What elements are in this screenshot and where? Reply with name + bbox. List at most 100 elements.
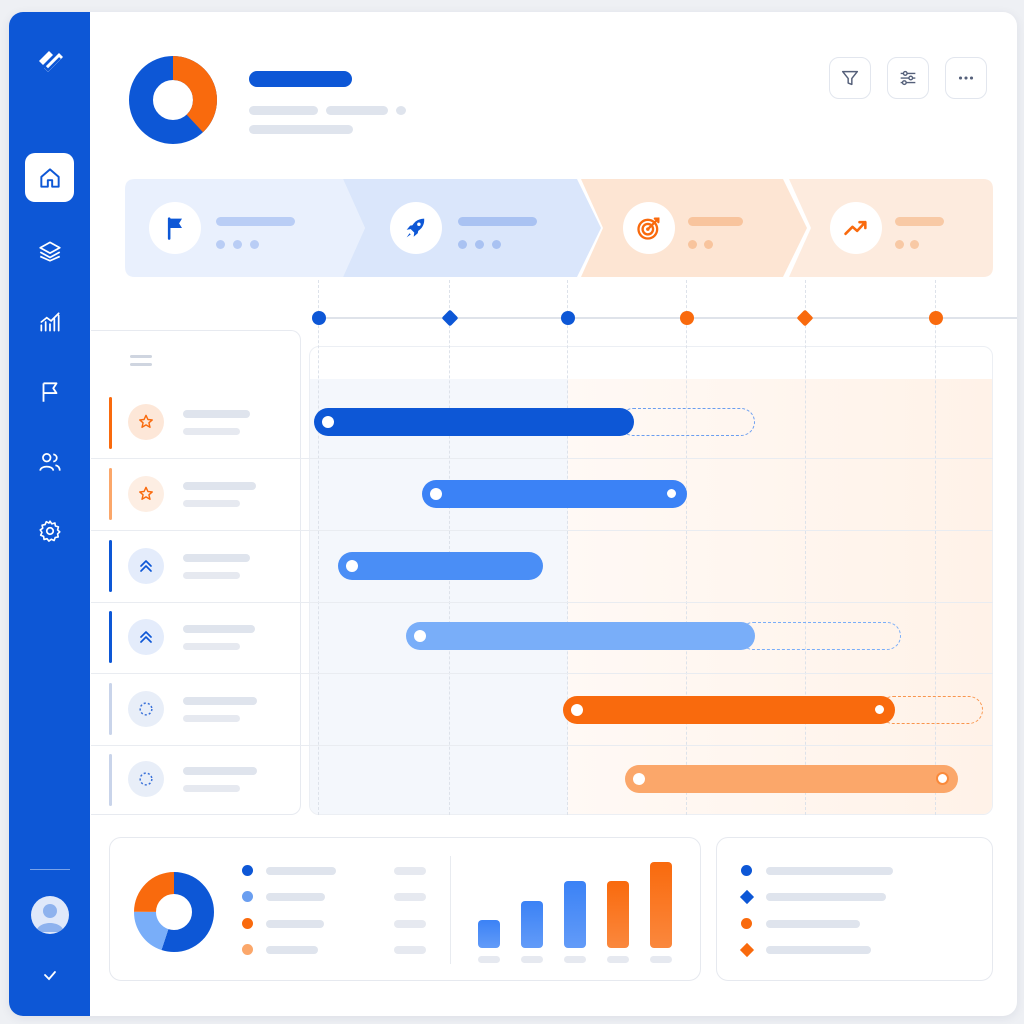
task-meta [183, 500, 240, 507]
nav-home[interactable] [25, 153, 74, 202]
task-extension [739, 622, 901, 650]
nav-analytics[interactable] [25, 297, 74, 346]
progress-dot [704, 240, 713, 249]
subtitle-line [249, 125, 353, 134]
rocket-icon [390, 202, 442, 254]
trend-up-icon [830, 202, 882, 254]
grid-line [935, 280, 936, 815]
chart-zone-orange [568, 379, 992, 814]
milestone-marker[interactable] [561, 311, 575, 325]
task-row-6[interactable] [128, 761, 164, 797]
task-bar[interactable] [563, 696, 895, 724]
view-settings-button[interactable] [887, 57, 929, 99]
mini-bar-label-1 [478, 956, 500, 963]
filter-button[interactable] [829, 57, 871, 99]
legend-marker [242, 918, 253, 929]
bar-end-marker[interactable] [873, 703, 886, 716]
progress-dot [895, 240, 904, 249]
task-bar[interactable] [314, 408, 634, 436]
task-bar[interactable] [625, 765, 958, 793]
row-accent [109, 683, 112, 735]
task-bar[interactable] [422, 480, 687, 508]
milestone-marker[interactable] [796, 309, 814, 327]
progress-dot [458, 240, 467, 249]
row-divider [91, 602, 993, 603]
bar-end-marker[interactable] [665, 487, 678, 500]
nav-layers[interactable] [25, 226, 74, 275]
milestone-marker[interactable] [929, 311, 943, 325]
progress-dot [910, 240, 919, 249]
task-row-1[interactable] [128, 404, 164, 440]
mini-bar-label-3 [564, 956, 586, 963]
legend-value [394, 893, 426, 901]
phase-2[interactable] [343, 179, 601, 277]
task-bar[interactable] [406, 622, 755, 650]
task-title [183, 410, 250, 418]
task-meta [183, 428, 240, 435]
row-accent [109, 397, 112, 449]
chevrons-up-icon [140, 631, 152, 643]
mini-bar-label-2 [521, 956, 543, 963]
phase-label [216, 217, 295, 226]
legend-marker [741, 865, 752, 876]
list-menu-icon[interactable] [129, 353, 153, 369]
more-options-button[interactable] [945, 57, 987, 99]
task-row-3[interactable] [128, 548, 164, 584]
progress-dot [216, 240, 225, 249]
phase-3[interactable] [581, 179, 807, 277]
layers-icon [38, 240, 61, 262]
app-logo[interactable] [30, 40, 70, 80]
milestone-marker[interactable] [312, 311, 326, 325]
milestone-marker[interactable] [680, 311, 694, 325]
legend-value [394, 920, 426, 928]
milestone-marker[interactable] [441, 309, 459, 327]
mini-bar-3[interactable] [564, 881, 586, 948]
task-row-5[interactable] [128, 691, 164, 727]
nav-settings[interactable] [25, 506, 74, 555]
task-title [183, 697, 257, 705]
task-bar[interactable] [338, 552, 543, 580]
subtitle-line [326, 106, 388, 115]
phase-1[interactable] [125, 179, 365, 277]
task-meta [183, 572, 240, 579]
mini-bar-4[interactable] [607, 881, 629, 948]
subtitle-line [249, 106, 318, 115]
nav-milestones[interactable] [25, 367, 74, 416]
bar-start-handle[interactable] [571, 704, 583, 716]
users-icon [38, 452, 61, 471]
home-icon [39, 167, 60, 188]
legend-label [766, 946, 871, 954]
row-divider [91, 530, 993, 531]
bar-start-handle[interactable] [414, 630, 426, 642]
chevron-down-icon[interactable] [39, 964, 61, 986]
mini-bar-label-5 [650, 956, 672, 963]
bar-end-marker[interactable] [936, 772, 949, 785]
dashed-circle-icon [139, 702, 153, 716]
dashed-circle-icon [139, 772, 153, 786]
grid-line [805, 280, 806, 815]
mini-bar-5[interactable] [650, 862, 672, 948]
legend-label [766, 920, 860, 928]
timeline-axis [319, 317, 1017, 319]
progress-dot [233, 240, 242, 249]
phase-label [895, 217, 944, 226]
mini-bar-2[interactable] [521, 901, 543, 948]
mini-bar-1[interactable] [478, 920, 500, 948]
settings-icon [38, 519, 61, 542]
grid-line [449, 280, 450, 815]
user-avatar[interactable] [31, 896, 69, 934]
panel-divider [450, 856, 451, 964]
task-row-4[interactable] [128, 619, 164, 655]
task-title [183, 482, 256, 490]
bar-start-handle[interactable] [633, 773, 645, 785]
distribution-donut-chart [134, 872, 214, 952]
bar-start-handle[interactable] [346, 560, 358, 572]
task-row-2[interactable] [128, 476, 164, 512]
sliders-icon [900, 70, 916, 86]
bar-start-handle[interactable] [430, 488, 442, 500]
nav-team[interactable] [25, 437, 74, 486]
phase-4[interactable] [789, 179, 993, 277]
progress-dot [250, 240, 259, 249]
sidebar-divider [30, 869, 70, 870]
bar-start-handle[interactable] [322, 416, 334, 428]
